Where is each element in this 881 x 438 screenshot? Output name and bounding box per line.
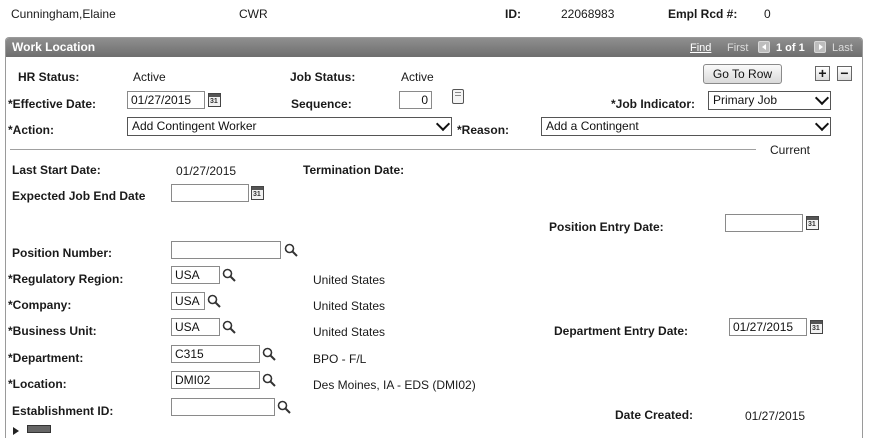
document-icon[interactable] (452, 89, 464, 104)
reason-label: *Reason: (457, 123, 510, 137)
add-row-button[interactable]: + (815, 66, 830, 81)
expected-end-label: Expected Job End Date (12, 189, 146, 203)
empl-rcd-label: Empl Rcd #: (668, 7, 738, 21)
business-unit-field[interactable]: USA (171, 318, 220, 336)
termination-label: Termination Date: (303, 163, 405, 177)
location-label: *Location: (8, 377, 67, 391)
last-link[interactable]: Last (832, 42, 853, 54)
last-start-value: 01/27/2015 (176, 164, 237, 178)
department-desc: BPO - F/L (313, 352, 367, 366)
panel-title: Work Location (12, 40, 96, 54)
calendar-icon[interactable]: 31 (806, 216, 819, 230)
department-entry-field[interactable]: 01/27/2015 (729, 318, 807, 336)
magnifier-icon[interactable] (222, 268, 236, 282)
next-row-icon[interactable] (814, 41, 826, 53)
chevron-down-icon (435, 116, 451, 132)
company-label: *Company: (8, 298, 72, 312)
find-link[interactable]: Find (690, 42, 711, 54)
sequence-field[interactable]: 0 (399, 91, 432, 109)
magnifier-icon[interactable] (262, 373, 276, 387)
company-field[interactable]: USA (171, 292, 205, 310)
magnifier-icon[interactable] (222, 320, 236, 334)
chevron-down-icon (814, 90, 830, 106)
department-entry-label: Department Entry Date: (554, 324, 689, 338)
location-field[interactable]: DMI02 (171, 371, 260, 389)
hr-status-value: Active (133, 70, 166, 84)
action-value: Add Contingent Worker (132, 119, 257, 133)
id-value: 22068983 (561, 7, 615, 21)
position-entry-label: Position Entry Date: (549, 220, 664, 234)
position-number-label: Position Number: (12, 246, 113, 260)
section-divider (10, 149, 756, 150)
job-status-label: Job Status: (290, 70, 356, 84)
regulatory-region-desc: United States (313, 273, 386, 287)
job-status-value: Active (401, 70, 434, 84)
empl-rcd-value: 0 (764, 7, 771, 21)
section-icon (27, 425, 51, 433)
position-entry-field[interactable] (725, 214, 803, 232)
last-start-label: Last Start Date: (12, 163, 101, 177)
regulatory-region-label: *Regulatory Region: (8, 272, 124, 286)
current-label: Current (770, 143, 811, 157)
effective-date-label: *Effective Date: (8, 97, 97, 111)
job-indicator-label: *Job Indicator: (611, 97, 696, 111)
business-unit-label: *Business Unit: (8, 324, 97, 338)
job-indicator-value: Primary Job (713, 93, 778, 107)
magnifier-icon[interactable] (284, 243, 298, 257)
expected-end-field[interactable] (171, 184, 249, 202)
previous-row-icon[interactable] (758, 41, 770, 53)
sequence-label: Sequence: (291, 97, 352, 111)
business-unit-desc: United States (313, 325, 386, 339)
action-select[interactable]: Add Contingent Worker (127, 116, 452, 136)
reason-select[interactable]: Add a Contingent (541, 116, 831, 136)
company-desc: United States (313, 299, 386, 313)
panel-titlebar: Work Location Find First 1 of 1 Last (6, 38, 862, 57)
date-created-label: Date Created: (615, 408, 694, 422)
employee-name: Cunningham,Elaine (11, 7, 116, 21)
magnifier-icon[interactable] (262, 347, 276, 361)
first-link[interactable]: First (727, 42, 748, 54)
job-indicator-select[interactable]: Primary Job (708, 90, 831, 110)
id-label: ID: (505, 7, 521, 21)
regulatory-region-field[interactable]: USA (171, 266, 220, 284)
reason-value: Add a Contingent (546, 119, 639, 133)
magnifier-icon[interactable] (277, 400, 291, 414)
row-count: 1 of 1 (776, 42, 805, 54)
employee-type: CWR (239, 7, 268, 21)
department-field[interactable]: C315 (171, 345, 260, 363)
effective-date-field[interactable]: 01/27/2015 (127, 91, 205, 109)
date-created-value: 01/27/2015 (745, 409, 806, 423)
hr-status-label: HR Status: (18, 70, 80, 84)
delete-row-button[interactable]: − (837, 66, 852, 81)
calendar-icon[interactable]: 31 (810, 320, 823, 334)
magnifier-icon[interactable] (207, 294, 221, 308)
action-label: *Action: (8, 123, 54, 137)
establishment-label: Establishment ID: (12, 404, 114, 418)
go-to-row-button[interactable]: Go To Row (703, 64, 782, 84)
location-desc: Des Moines, IA - EDS (DMI02) (313, 378, 476, 392)
calendar-icon[interactable]: 31 (251, 186, 264, 200)
position-number-field[interactable] (171, 241, 281, 259)
chevron-down-icon (814, 116, 830, 132)
expand-arrow-icon[interactable] (13, 427, 19, 435)
department-label: *Department: (8, 351, 84, 365)
establishment-field[interactable] (171, 398, 275, 416)
calendar-icon[interactable]: 31 (208, 93, 221, 107)
